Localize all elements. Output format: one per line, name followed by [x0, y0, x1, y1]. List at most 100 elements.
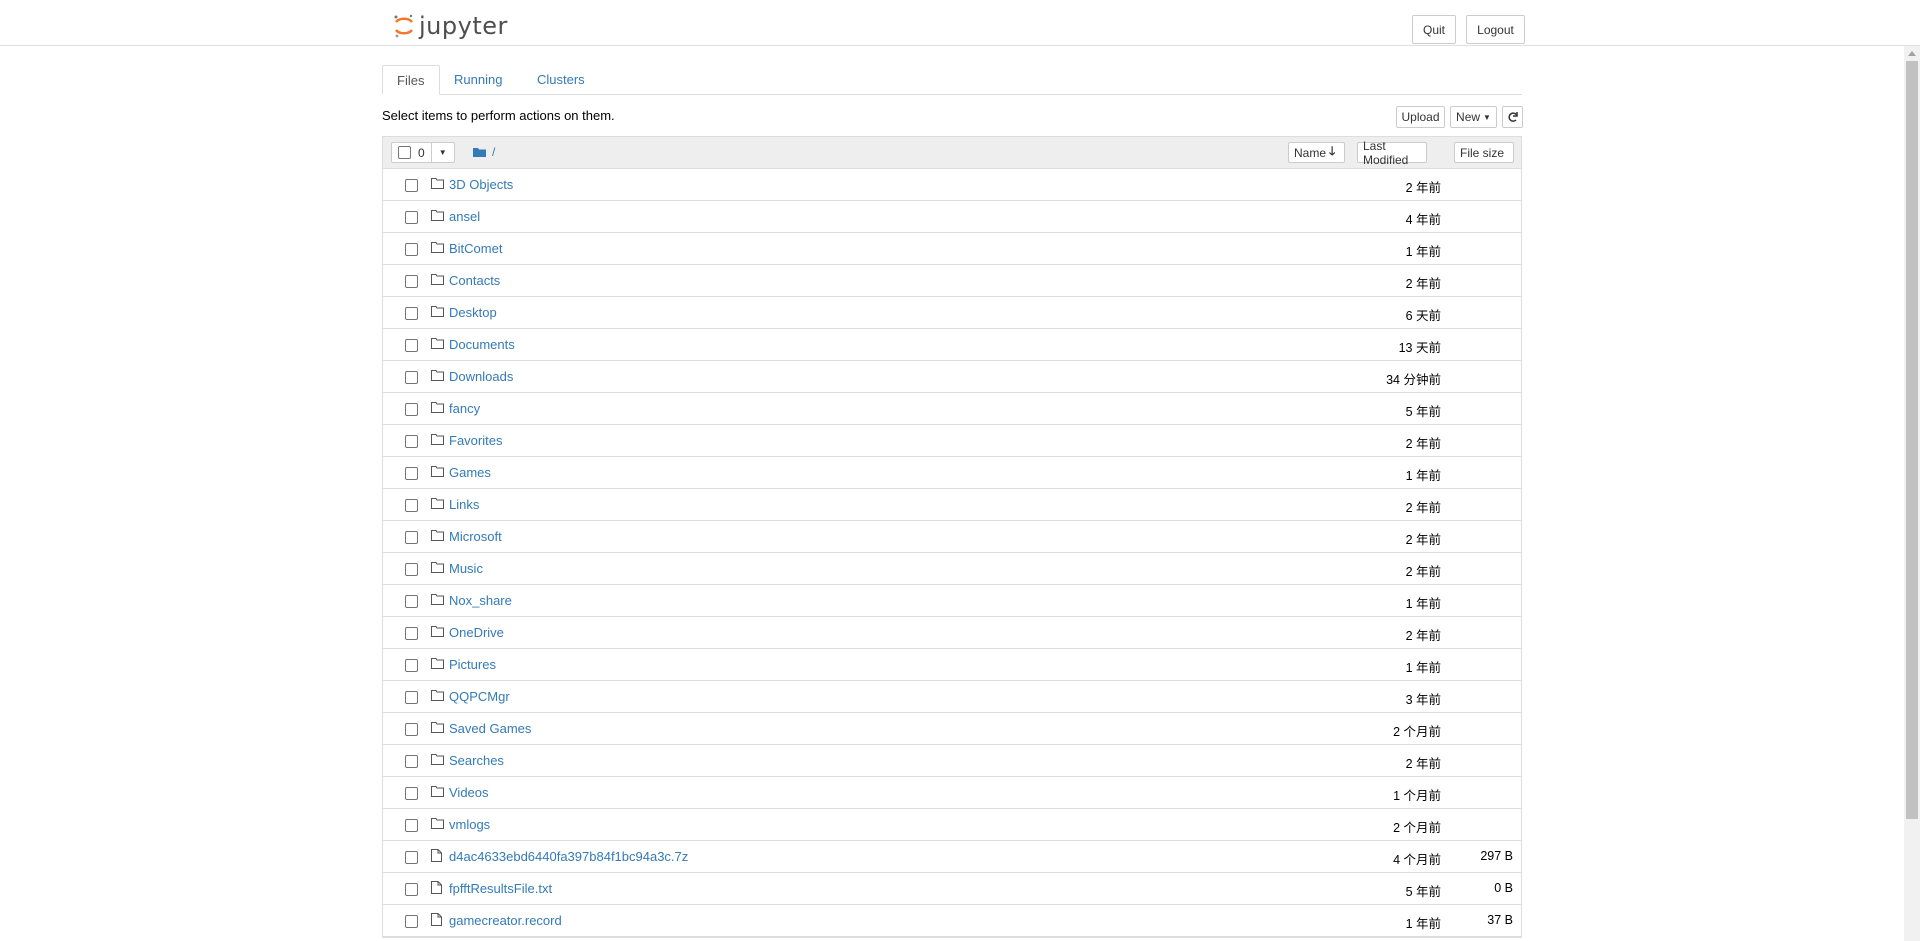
select-all-checkbox[interactable]: [398, 146, 411, 159]
item-name-link[interactable]: Music: [449, 561, 483, 576]
row-checkbox[interactable]: [405, 595, 418, 608]
row-checkbox[interactable]: [405, 371, 418, 384]
list-item[interactable]: QQPCMgr 3 年前: [383, 681, 1521, 713]
list-item[interactable]: Music 2 年前: [383, 553, 1521, 585]
list-item[interactable]: Contacts 2 年前: [383, 265, 1521, 297]
item-name-link[interactable]: 3D Objects: [449, 177, 513, 192]
row-checkbox[interactable]: [405, 883, 418, 896]
row-checkbox[interactable]: [405, 339, 418, 352]
list-item[interactable]: Pictures 1 年前: [383, 649, 1521, 681]
list-item[interactable]: fpfftResultsFile.txt 5 年前 0 B: [383, 873, 1521, 905]
item-name-link[interactable]: ansel: [449, 209, 480, 224]
item-name-link[interactable]: Links: [449, 497, 479, 512]
row-checkbox[interactable]: [405, 851, 418, 864]
row-checkbox[interactable]: [405, 723, 418, 736]
item-name-link[interactable]: Documents: [449, 337, 515, 352]
row-checkbox[interactable]: [405, 531, 418, 544]
row-checkbox[interactable]: [405, 467, 418, 480]
row-checkbox[interactable]: [405, 915, 418, 928]
quit-button[interactable]: Quit: [1412, 15, 1456, 44]
row-checkbox[interactable]: [405, 755, 418, 768]
item-name-link[interactable]: Games: [449, 465, 491, 480]
logout-button[interactable]: Logout: [1466, 15, 1525, 44]
list-item[interactable]: Nox_share 1 年前: [383, 585, 1521, 617]
list-item[interactable]: Downloads 34 分钟前: [383, 361, 1521, 393]
item-name-link[interactable]: vmlogs: [449, 817, 490, 832]
list-item[interactable]: d4ac4633ebd6440fa397b84f1bc94a3c.7z 4 个月前…: [383, 841, 1521, 873]
item-name-link[interactable]: Desktop: [449, 305, 497, 320]
upload-button[interactable]: Upload: [1396, 106, 1445, 128]
list-item[interactable]: 3D Objects 2 年前: [383, 169, 1521, 201]
vertical-scrollbar[interactable]: [1904, 46, 1920, 941]
folder-icon: [431, 369, 444, 384]
list-item[interactable]: Games 1 年前: [383, 457, 1521, 489]
scroll-up-arrow-icon[interactable]: [1908, 51, 1916, 56]
row-checkbox[interactable]: [405, 819, 418, 832]
list-item[interactable]: Documents 13 天前: [383, 329, 1521, 361]
item-name-link[interactable]: QQPCMgr: [449, 689, 510, 704]
folder-icon: [431, 305, 444, 320]
row-checkbox[interactable]: [405, 435, 418, 448]
item-name-link[interactable]: Nox_share: [449, 593, 512, 608]
list-item[interactable]: Links 2 年前: [383, 489, 1521, 521]
item-name-link[interactable]: fancy: [449, 401, 480, 416]
item-name-link[interactable]: Microsoft: [449, 529, 502, 544]
tab-running[interactable]: Running: [440, 65, 516, 95]
item-name-link[interactable]: Favorites: [449, 433, 502, 448]
refresh-icon: [1507, 112, 1518, 122]
folder-icon: [431, 177, 444, 192]
row-checkbox[interactable]: [405, 691, 418, 704]
item-name-link[interactable]: OneDrive: [449, 625, 504, 640]
item-name-link[interactable]: gamecreator.record: [449, 913, 562, 928]
list-item[interactable]: Desktop 6 天前: [383, 297, 1521, 329]
sort-by-size-button[interactable]: File size: [1454, 142, 1514, 163]
item-name-link[interactable]: Saved Games: [449, 721, 531, 736]
sort-by-name-button[interactable]: Name 🡓: [1288, 142, 1345, 163]
row-checkbox[interactable]: [405, 275, 418, 288]
new-dropdown-button[interactable]: New ▼: [1450, 106, 1497, 128]
list-item[interactable]: BitComet 1 年前: [383, 233, 1521, 265]
item-name-link[interactable]: Pictures: [449, 657, 496, 672]
list-item[interactable]: Favorites 2 年前: [383, 425, 1521, 457]
item-name-link[interactable]: Downloads: [449, 369, 513, 384]
row-checkbox[interactable]: [405, 659, 418, 672]
row-checkbox[interactable]: [405, 627, 418, 640]
jupyter-logo[interactable]: jupyter: [393, 11, 508, 41]
sort-by-modified-button[interactable]: Last Modified: [1357, 139, 1427, 167]
list-item[interactable]: ansel 4 年前: [383, 201, 1521, 233]
list-item[interactable]: Microsoft 2 年前: [383, 521, 1521, 553]
list-item[interactable]: vmlogs 2 个月前: [383, 809, 1521, 841]
item-name-link[interactable]: BitComet: [449, 241, 502, 256]
item-name-link[interactable]: fpfftResultsFile.txt: [449, 881, 552, 896]
breadcrumb[interactable]: /: [473, 145, 495, 159]
item-name-link[interactable]: Contacts: [449, 273, 500, 288]
folder-icon: [431, 465, 444, 480]
select-all-group: 0 ▼: [391, 142, 455, 163]
item-modified: 1 年前: [1405, 469, 1441, 483]
select-all-cell[interactable]: 0: [392, 143, 431, 162]
breadcrumb-root[interactable]: /: [492, 145, 495, 159]
row-checkbox[interactable]: [405, 403, 418, 416]
item-name-link[interactable]: Videos: [449, 785, 489, 800]
list-item[interactable]: fancy 5 年前: [383, 393, 1521, 425]
row-checkbox[interactable]: [405, 499, 418, 512]
row-checkbox[interactable]: [405, 787, 418, 800]
item-name-link[interactable]: Searches: [449, 753, 504, 768]
select-dropdown-button[interactable]: ▼: [430, 143, 454, 162]
row-checkbox[interactable]: [405, 307, 418, 320]
row-checkbox[interactable]: [405, 179, 418, 192]
scrollbar-thumb[interactable]: [1906, 61, 1918, 819]
list-item[interactable]: gamecreator.record 1 年前 37 B: [383, 905, 1521, 937]
row-checkbox[interactable]: [405, 243, 418, 256]
list-item[interactable]: Videos 1 个月前: [383, 777, 1521, 809]
row-checkbox[interactable]: [405, 211, 418, 224]
item-name-link[interactable]: d4ac4633ebd6440fa397b84f1bc94a3c.7z: [449, 849, 688, 864]
tab-clusters[interactable]: Clusters: [523, 65, 599, 95]
tab-files[interactable]: Files: [382, 65, 440, 95]
list-item[interactable]: OneDrive 2 年前: [383, 617, 1521, 649]
list-item[interactable]: Saved Games 2 个月前: [383, 713, 1521, 745]
list-item[interactable]: Searches 2 年前: [383, 745, 1521, 777]
row-checkbox[interactable]: [405, 563, 418, 576]
refresh-button[interactable]: [1502, 106, 1523, 128]
folder-icon: [431, 273, 444, 288]
